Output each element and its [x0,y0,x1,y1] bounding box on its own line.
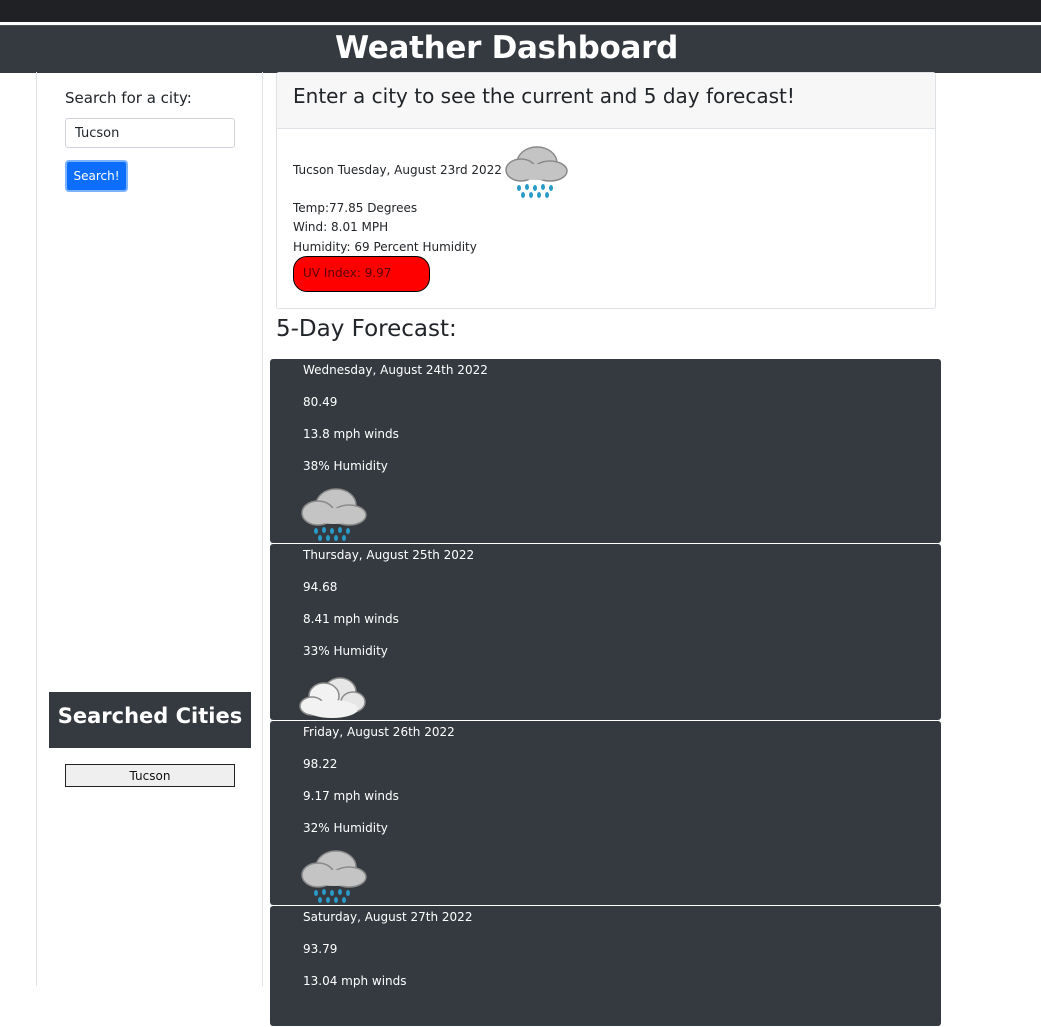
forecast-temp: 80.49 [303,395,338,409]
current-humidity: Humidity: 69 Percent Humidity [293,240,477,254]
forecast-date: Thursday, August 25th 2022 [303,548,475,562]
current-city-date: Tucson Tuesday, August 23rd 2022 [293,163,502,177]
forecast-date: Saturday, August 27th 2022 [303,910,473,924]
forecast-day-card: Saturday, August 27th 2022 93.79 13.04 m… [270,906,941,1026]
rain-cloud-icon [505,146,568,198]
forecast-date: Wednesday, August 24th 2022 [303,363,488,377]
sidebar: Search for a city: Search! Searched Citi… [36,72,263,986]
rain-cloud-icon [301,850,367,903]
search-input[interactable] [65,118,235,148]
page-title: Weather Dashboard [335,30,678,66]
forecast-date: Friday, August 26th 2022 [303,725,455,739]
current-wind: Wind: 8.01 MPH [293,220,389,234]
forecast-wind: 9.17 mph winds [303,789,399,803]
current-temp: Temp:77.85 Degrees [293,201,418,215]
rain-cloud-icon [301,488,367,541]
forecast-title: 5-Day Forecast: [276,316,457,342]
forecast-wind: 8.41 mph winds [303,612,399,626]
forecast-humidity: 38% Humidity [303,459,388,473]
forecast-temp: 94.68 [303,580,338,594]
browser-top-strip [0,0,1041,22]
clouds-icon [299,677,366,718]
forecast-day-card: Friday, August 26th 2022 98.22 9.17 mph … [270,721,941,905]
current-weather-heading: Enter a city to see the current and 5 da… [277,73,935,129]
forecast-list: Wednesday, August 24th 2022 80.49 13.8 m… [270,359,941,1027]
uv-index-badge: UV Index: 9.97 [293,256,430,292]
forecast-temp: 98.22 [303,757,338,771]
forecast-day-card: Thursday, August 25th 2022 94.68 8.41 mp… [270,544,941,720]
search-button[interactable]: Search! [65,160,128,192]
forecast-humidity: 33% Humidity [303,644,388,658]
history-item[interactable]: Tucson [65,764,235,787]
history-list: Tucson [65,764,235,793]
searched-cities-title: Searched Cities [49,692,251,748]
forecast-humidity: 32% Humidity [303,821,388,835]
current-weather-card: Enter a city to see the current and 5 da… [276,72,936,309]
forecast-day-card: Wednesday, August 24th 2022 80.49 13.8 m… [270,359,941,543]
forecast-temp: 93.79 [303,942,338,956]
page-header: Weather Dashboard [0,25,1041,73]
search-label: Search for a city: [65,89,192,107]
forecast-wind: 13.8 mph winds [303,427,399,441]
